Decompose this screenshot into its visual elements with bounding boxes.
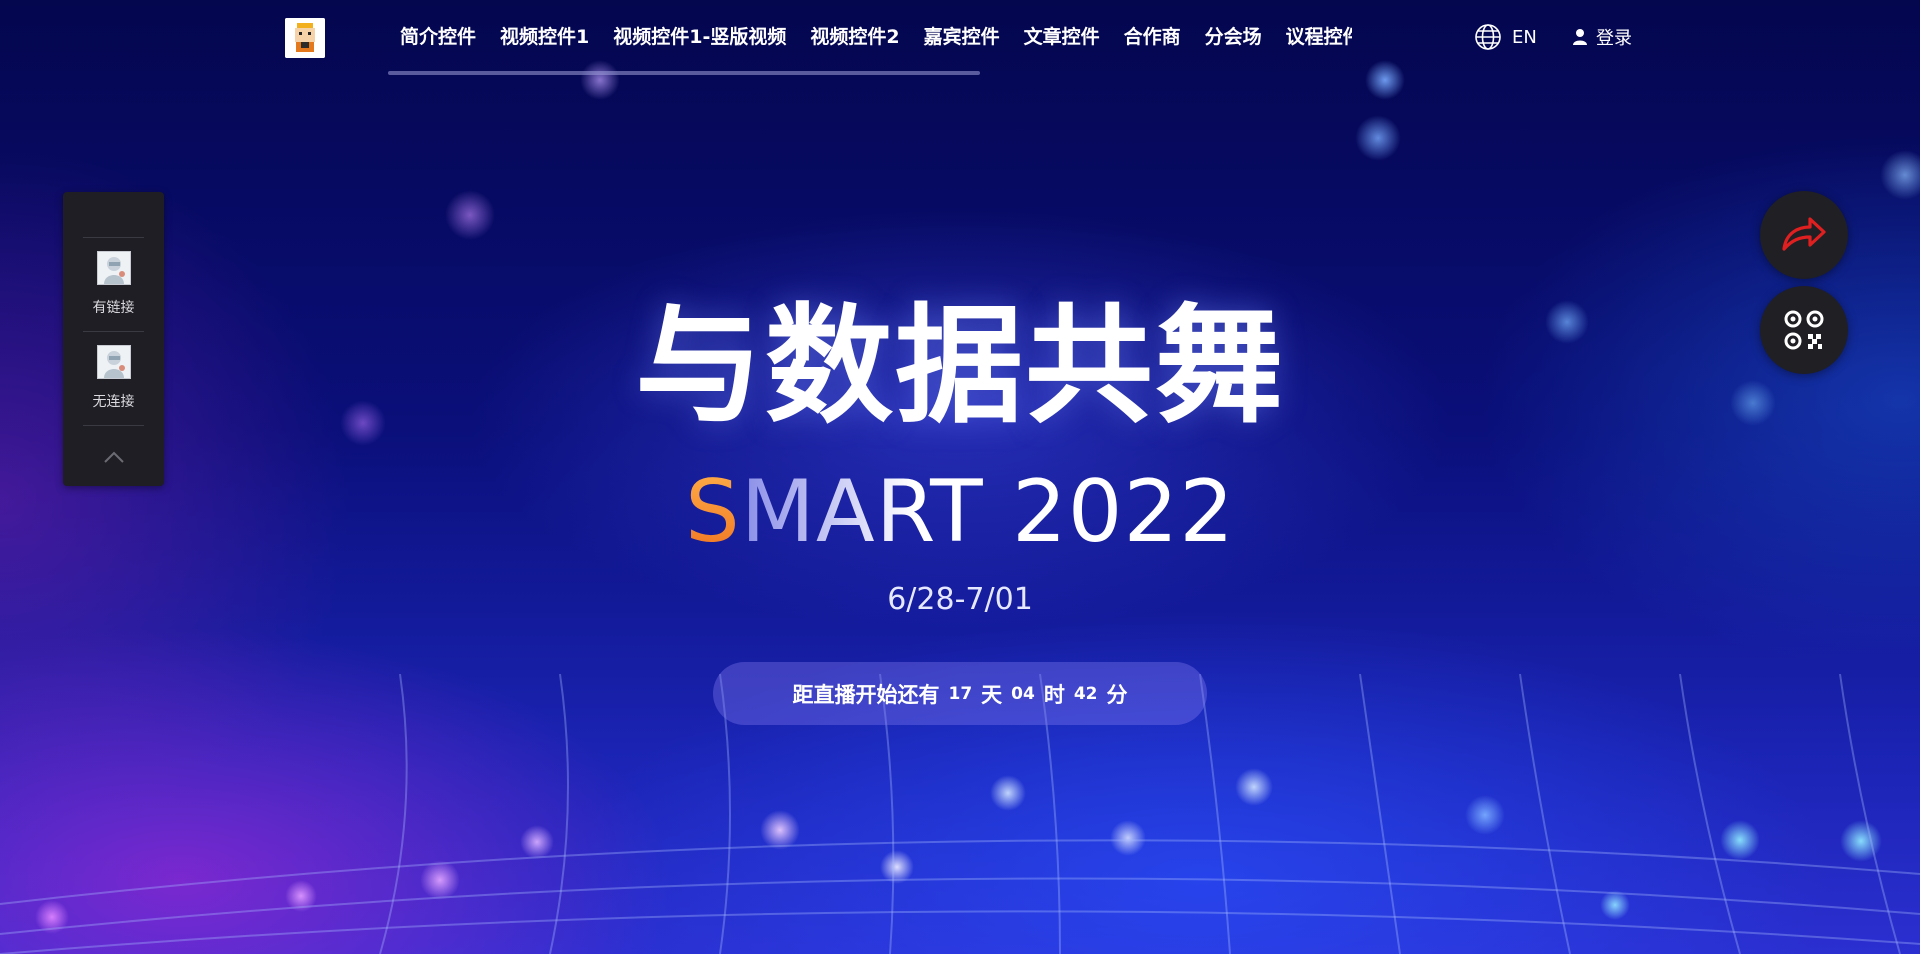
nav-item-guests[interactable]: 嘉宾控件	[912, 0, 1012, 76]
countdown-prefix: 距直播开始还有	[792, 682, 940, 707]
bokeh-light	[445, 190, 495, 240]
bokeh-light	[990, 775, 1026, 811]
bokeh-light	[1880, 150, 1920, 200]
countdown-minutes: 42	[1073, 683, 1098, 704]
bokeh-light	[520, 825, 554, 859]
user-icon	[1573, 29, 1587, 45]
item-thumbnail	[96, 251, 131, 285]
countdown-minutes-unit: 分	[1106, 682, 1128, 707]
globe-icon	[1475, 24, 1501, 50]
bokeh-light	[285, 880, 317, 912]
nav-item-video2[interactable]: 视频控件2	[798, 0, 911, 76]
bokeh-light	[1235, 768, 1273, 806]
nav-scroll-indicator[interactable]	[388, 71, 980, 75]
bokeh-light	[1110, 820, 1146, 856]
countdown-days-unit: 天	[981, 682, 1003, 707]
hero-event-name-rest: MART 2022	[740, 462, 1235, 562]
nav-item-video1[interactable]: 视频控件1	[488, 0, 601, 76]
site-logo[interactable]	[285, 18, 325, 58]
countdown-days: 17	[948, 683, 973, 704]
share-arrow-icon	[1782, 217, 1826, 251]
nav-item-articles[interactable]: 文章控件	[1012, 0, 1112, 76]
bokeh-light	[1355, 115, 1401, 161]
hero-event-name-initial: S	[685, 462, 741, 562]
countdown-hours-unit: 时	[1043, 682, 1065, 707]
language-label: EN	[1512, 26, 1537, 48]
bokeh-light	[1840, 820, 1882, 862]
nav-item-video1-vertical[interactable]: 视频控件1-竖版视频	[601, 0, 798, 76]
main-nav-menu: 简介控件 视频控件1 视频控件1-竖版视频 视频控件2 嘉宾控件 文章控件 合作…	[388, 0, 1383, 76]
countdown-hours: 04	[1011, 683, 1035, 704]
bokeh-light	[760, 810, 800, 850]
bokeh-light	[1720, 820, 1760, 860]
bokeh-light	[420, 860, 460, 900]
hero-event-dates: 6/28-7/01	[887, 582, 1033, 617]
top-navigation-bar: 简介控件 视频控件1 视频控件1-竖版视频 视频控件2 嘉宾控件 文章控件 合作…	[0, 0, 1920, 76]
page-background: 简介控件 视频控件1 视频控件1-竖版视频 视频控件2 嘉宾控件 文章控件 合作…	[0, 0, 1920, 954]
nav-item-intro[interactable]: 简介控件	[388, 0, 488, 76]
nav-item-agenda[interactable]: 议程控件	[1274, 0, 1352, 76]
hero-event-name: SMART 2022	[0, 462, 1920, 562]
nav-item-partners[interactable]: 合作商	[1112, 0, 1193, 76]
bokeh-light	[880, 850, 914, 884]
nav-item-sub-venues[interactable]: 分会场	[1193, 0, 1274, 76]
bokeh-light	[1465, 795, 1505, 835]
hero-title: 与数据共舞	[634, 292, 1285, 441]
login-button[interactable]: 登录	[1572, 22, 1632, 52]
language-switch[interactable]: EN	[1474, 22, 1537, 52]
live-countdown-badge: 距直播开始还有 17 天 04 时 42 分	[713, 662, 1207, 725]
bokeh-light	[1600, 890, 1630, 920]
share-button[interactable]	[1760, 191, 1848, 279]
bokeh-light	[35, 900, 69, 934]
login-label: 登录	[1596, 28, 1632, 49]
